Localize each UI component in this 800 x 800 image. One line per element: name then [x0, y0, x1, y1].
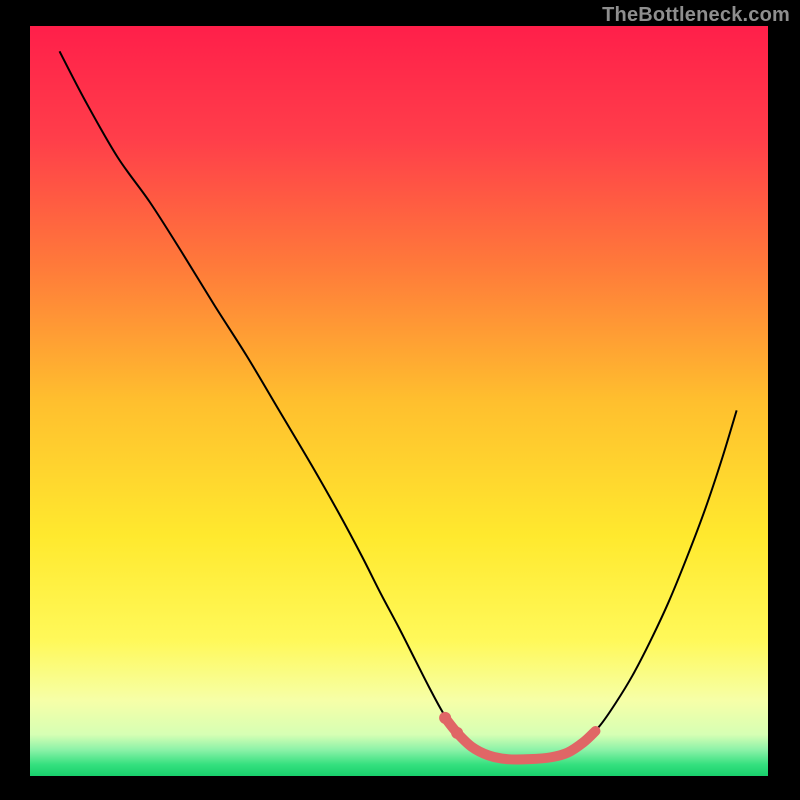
highlight-dot: [451, 727, 463, 739]
watermark-text: TheBottleneck.com: [602, 4, 790, 27]
chart-stage: TheBottleneck.com: [0, 0, 800, 800]
highlight-dot: [439, 712, 451, 724]
plot-area: [30, 26, 768, 776]
bottleneck-chart: [0, 0, 800, 800]
